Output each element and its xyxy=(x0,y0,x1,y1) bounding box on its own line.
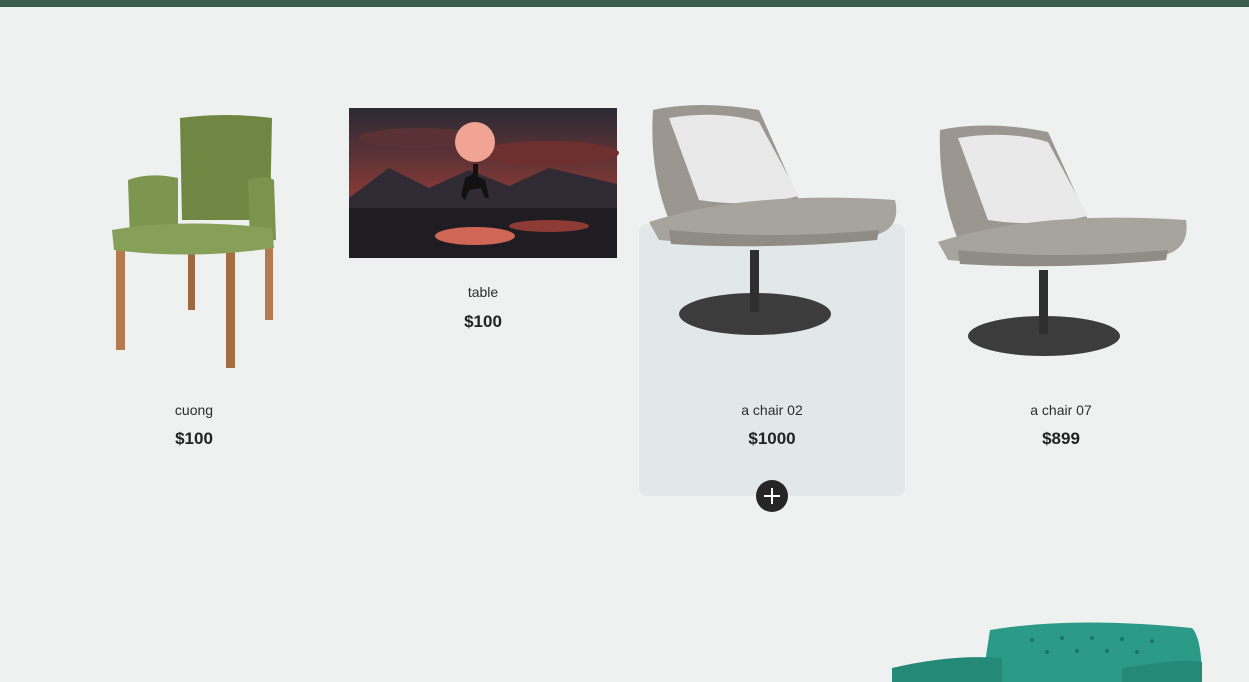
green-armchair-image[interactable] xyxy=(60,100,328,380)
product-card-cuong[interactable]: cuong $100 xyxy=(60,100,328,470)
teal-sofa-image xyxy=(892,622,1202,682)
grey-lounge-chair-image[interactable] xyxy=(928,100,1194,370)
add-to-cart-button[interactable] xyxy=(756,480,788,512)
product-price: $1000 xyxy=(748,429,796,448)
product-card-table[interactable]: table $100 xyxy=(349,108,619,348)
product-name[interactable]: a chair 07 xyxy=(928,402,1194,418)
product-card-a-chair-07[interactable]: a chair 07 $899 xyxy=(928,100,1194,470)
moonlit-rider-painting-image[interactable] xyxy=(349,108,619,258)
plus-icon xyxy=(764,488,780,504)
product-name[interactable]: cuong xyxy=(60,402,328,418)
product-name[interactable]: table xyxy=(349,284,617,300)
product-price: $100 xyxy=(175,429,213,448)
top-accent-bar xyxy=(0,0,1249,7)
product-price: $899 xyxy=(1042,429,1080,448)
grey-lounge-chair-image[interactable] xyxy=(639,100,905,340)
product-name[interactable]: a chair 02 xyxy=(639,402,905,418)
product-price: $100 xyxy=(464,312,502,331)
product-card-a-chair-02[interactable]: a chair 02 $1000 xyxy=(639,100,905,496)
